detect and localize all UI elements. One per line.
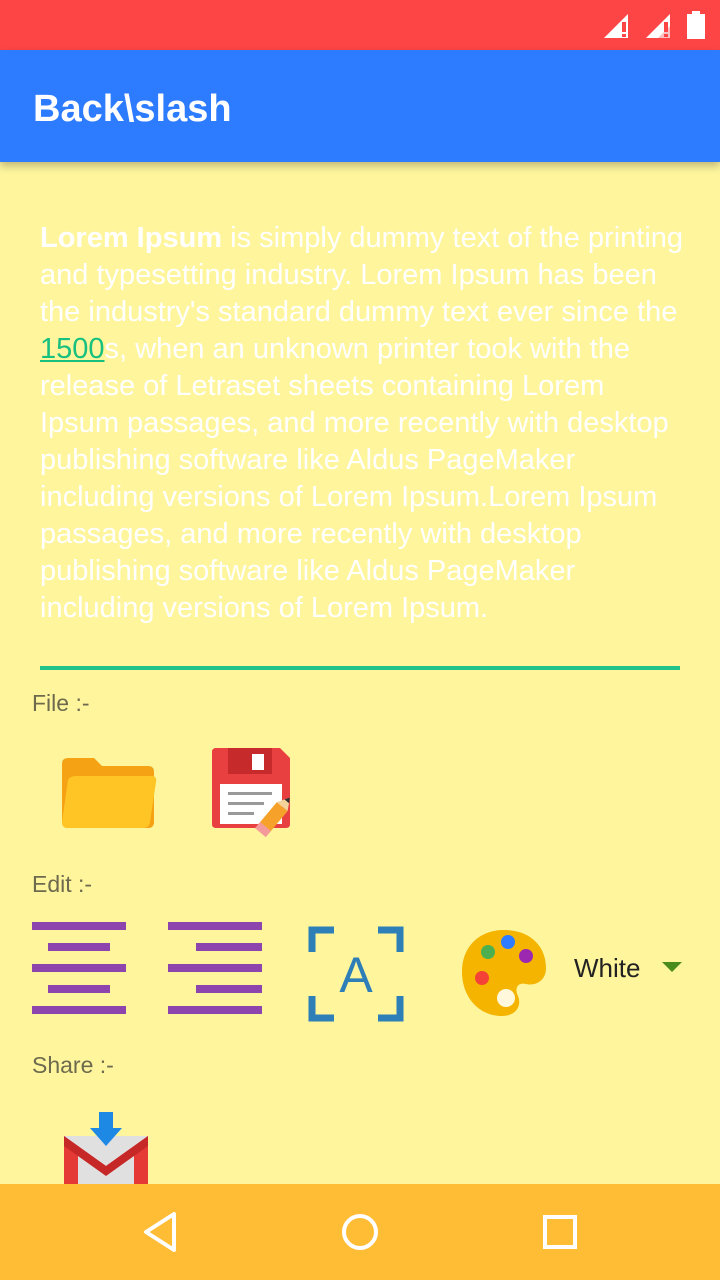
font-size-icon[interactable]: A xyxy=(308,926,404,1022)
home-icon[interactable] xyxy=(338,1210,382,1254)
app-title: Back\slash xyxy=(33,88,232,130)
palette-icon[interactable] xyxy=(460,926,548,1020)
edit-section-label: Edit :- xyxy=(32,871,93,897)
recents-icon[interactable] xyxy=(538,1210,582,1254)
color-dropdown-value: White xyxy=(574,952,641,983)
gmail-icon[interactable] xyxy=(60,1110,152,1184)
dropdown-arrow-icon xyxy=(662,962,682,972)
bold-lead-text: Lorem Ipsum xyxy=(40,222,223,254)
battery-icon xyxy=(687,11,705,39)
signal-icon xyxy=(646,14,670,38)
align-right-icon[interactable] xyxy=(168,922,264,1014)
signal-icon xyxy=(604,14,628,38)
save-icon[interactable] xyxy=(208,746,300,838)
link-text[interactable]: 1500 xyxy=(40,333,105,365)
share-section-label: Share :- xyxy=(32,1052,114,1078)
back-icon[interactable] xyxy=(140,1210,184,1254)
file-section-label: File :- xyxy=(32,690,90,716)
editor-text-field[interactable]: Lorem Ipsum is simply dummy text of the … xyxy=(40,220,688,627)
text-field-underline xyxy=(40,666,680,670)
color-dropdown[interactable]: White xyxy=(574,950,694,986)
folder-icon[interactable] xyxy=(58,752,158,832)
svg-text:A: A xyxy=(339,947,373,1003)
body-text-part: s, when an unknown printer took with the… xyxy=(40,333,669,624)
status-bar xyxy=(0,0,720,50)
align-center-icon[interactable] xyxy=(32,922,128,1014)
